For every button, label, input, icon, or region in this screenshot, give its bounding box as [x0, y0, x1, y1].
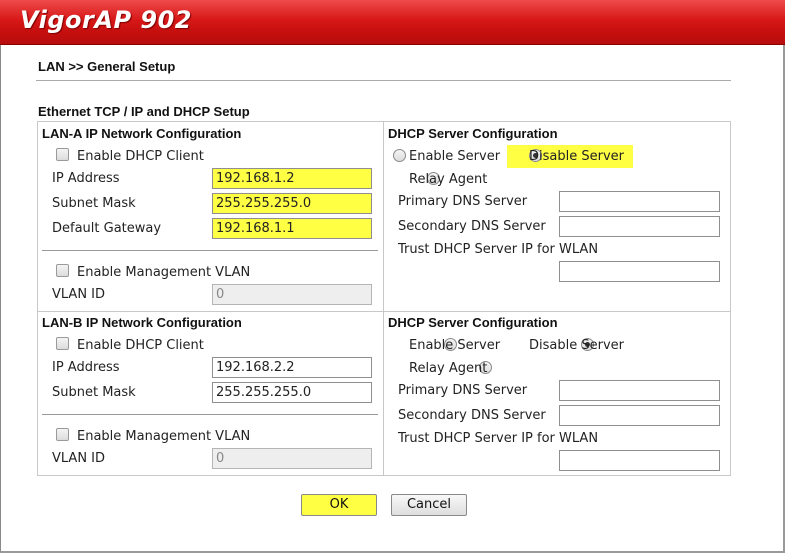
lan-b-vlan-id-input[interactable]: 0: [212, 448, 372, 469]
row-divider: [38, 311, 730, 312]
lan-b-mgmt-vlan-label: Enable Management VLAN: [77, 429, 251, 444]
dhcp-a-disable-label: Disable Server: [529, 149, 624, 164]
lan-a-ip-label: IP Address: [52, 171, 120, 186]
dhcp-a-enable-label: Enable Server: [409, 149, 501, 164]
lan-a-gateway-input[interactable]: 192.168.1.1: [212, 218, 372, 239]
lan-a-dhcp-client-checkbox[interactable]: [56, 148, 69, 161]
dhcp-a-header: DHCP Server Configuration: [388, 126, 558, 141]
dhcp-b-relay-label: Relay Agent: [409, 361, 488, 376]
dhcp-b-secondary-dns-input[interactable]: [559, 405, 720, 426]
lan-b-header: LAN-B IP Network Configuration: [42, 315, 242, 330]
lan-b-dhcp-client-label: Enable DHCP Client: [77, 338, 204, 353]
dhcp-a-trust-label: Trust DHCP Server IP for WLAN: [398, 242, 599, 257]
lan-a-vlan-id-input[interactable]: 0: [212, 284, 372, 305]
app-title: VigorAP 902: [20, 6, 192, 34]
lan-a-separator: [42, 250, 378, 251]
lan-b-ip-label: IP Address: [52, 360, 120, 375]
dhcp-b-primary-dns-input[interactable]: [559, 380, 720, 401]
lan-a-mask-label: Subnet Mask: [52, 196, 136, 211]
dhcp-a-trust-input[interactable]: [559, 261, 720, 282]
lan-b-dhcp-client-checkbox[interactable]: [56, 337, 69, 350]
lan-a-gateway-label: Default Gateway: [52, 221, 162, 236]
lan-a-mgmt-vlan-checkbox[interactable]: [56, 264, 69, 277]
lan-b-separator: [42, 414, 378, 415]
dhcp-a-primary-dns-label: Primary DNS Server: [398, 194, 528, 209]
lan-a-vlan-id-label: VLAN ID: [52, 287, 106, 302]
cancel-button[interactable]: Cancel: [391, 494, 467, 516]
dhcp-b-enable-label: Enable Server: [409, 338, 501, 353]
dhcp-a-secondary-dns-input[interactable]: [559, 216, 720, 237]
breadcrumb: LAN >> General Setup: [38, 59, 176, 74]
lan-b-mgmt-vlan-checkbox[interactable]: [56, 428, 69, 441]
lan-b-mask-input[interactable]: 255.255.255.0: [212, 382, 372, 403]
lan-a-mgmt-vlan-label: Enable Management VLAN: [77, 265, 251, 280]
column-divider: [383, 122, 384, 475]
lan-a-header: LAN-A IP Network Configuration: [42, 126, 242, 141]
lan-a-ip-input[interactable]: 192.168.1.2: [212, 168, 372, 189]
lan-b-ip-input[interactable]: 192.168.2.2: [212, 357, 372, 378]
dhcp-b-primary-dns-label: Primary DNS Server: [398, 383, 528, 398]
ok-button[interactable]: OK: [301, 494, 377, 516]
dhcp-a-secondary-dns-label: Secondary DNS Server: [398, 219, 546, 234]
lan-b-vlan-id-label: VLAN ID: [52, 451, 106, 466]
dhcp-b-header: DHCP Server Configuration: [388, 315, 558, 330]
dhcp-b-trust-input[interactable]: [559, 450, 720, 471]
section-title: Ethernet TCP / IP and DHCP Setup: [38, 104, 250, 119]
dhcp-b-disable-label: Disable Server: [529, 338, 624, 353]
dhcp-b-secondary-dns-label: Secondary DNS Server: [398, 408, 546, 423]
divider: [36, 80, 731, 81]
dhcp-a-enable-radio[interactable]: [393, 149, 406, 162]
lan-b-mask-label: Subnet Mask: [52, 385, 136, 400]
dhcp-a-primary-dns-input[interactable]: [559, 191, 720, 212]
lan-a-mask-input[interactable]: 255.255.255.0: [212, 193, 372, 214]
lan-a-dhcp-client-label: Enable DHCP Client: [77, 149, 204, 164]
dhcp-a-relay-label: Relay Agent: [409, 172, 488, 187]
dhcp-b-trust-label: Trust DHCP Server IP for WLAN: [398, 431, 599, 446]
app-header: VigorAP 902: [0, 0, 785, 45]
